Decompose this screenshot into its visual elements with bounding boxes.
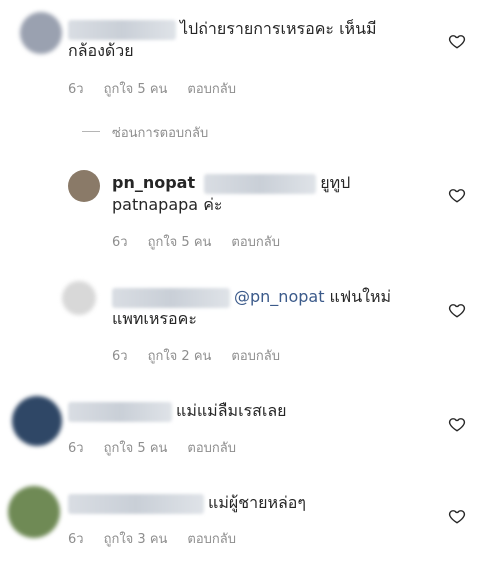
comment-time: 6ว — [112, 349, 128, 364]
likes-count[interactable]: ถูกใจ 5 คน — [104, 82, 168, 97]
mention-link[interactable]: @pn_nopat — [234, 287, 324, 306]
comment-text-line2: patnapapa ค่ะ — [112, 195, 223, 214]
heart-outline-icon[interactable] — [448, 415, 466, 433]
hide-replies-button[interactable]: ซ่อนการตอบกลับ — [112, 122, 208, 143]
comment-text-line1: แม่ผู้ชายหล่อๆ — [208, 493, 307, 512]
avatar[interactable] — [68, 170, 100, 202]
reply-button[interactable]: ตอบกลับ — [187, 82, 236, 97]
likes-count[interactable]: ถูกใจ 3 คน — [104, 532, 168, 547]
likes-count[interactable]: ถูกใจ 5 คน — [148, 235, 212, 250]
comment-text-line2: แพทเหรอคะ — [112, 309, 197, 328]
reply-button[interactable]: ตอบกลับ — [231, 349, 280, 364]
heart-outline-icon[interactable] — [448, 507, 466, 525]
heart-outline-icon[interactable] — [448, 32, 466, 50]
comment-text-line1: แฟนใหม่ — [324, 287, 392, 306]
heart-outline-icon[interactable] — [448, 301, 466, 319]
avatar[interactable] — [12, 396, 62, 446]
comment-text: pn_nopat ยูทูป patnapapa ค่ะ — [112, 172, 432, 216]
blurred-username[interactable] — [112, 287, 230, 308]
comment-meta: 6ว ถูกใจ 2 คน ตอบกลับ — [112, 345, 300, 366]
blurred-username[interactable] — [68, 493, 204, 514]
comment-meta: 6ว ถูกใจ 5 คน ตอบกลับ — [68, 437, 256, 458]
blurred-text — [204, 173, 317, 194]
comment-meta: 6ว ถูกใจ 5 คน ตอบกลับ — [112, 231, 300, 252]
comment-text: แม่แม่ลืมเรสเลย — [68, 400, 428, 422]
avatar[interactable] — [62, 281, 96, 315]
comment-text-line1: ไปถ่ายรายการเหรอคะ เห็นมี — [180, 19, 377, 38]
comment-text-line1: แม่แม่ลืมเรสเลย — [176, 401, 287, 420]
avatar[interactable] — [20, 12, 62, 54]
comment-meta: 6ว ถูกใจ 5 คน ตอบกลับ — [68, 78, 256, 99]
likes-count[interactable]: ถูกใจ 2 คน — [148, 349, 212, 364]
comment-text-line1: ยูทูป — [320, 173, 351, 192]
comment-text: @pn_nopat แฟนใหม่ แพทเหรอคะ — [112, 286, 442, 330]
hide-replies-line — [82, 131, 100, 132]
reply-button[interactable]: ตอบกลับ — [187, 532, 236, 547]
heart-outline-icon[interactable] — [448, 186, 466, 204]
comment-time: 6ว — [68, 532, 84, 547]
blurred-username[interactable] — [68, 19, 176, 40]
comment-time: 6ว — [68, 441, 84, 456]
reply-button[interactable]: ตอบกลับ — [231, 235, 280, 250]
reply-button[interactable]: ตอบกลับ — [187, 441, 236, 456]
comment-text-line2: กล้องด้วย — [68, 41, 134, 60]
comment-time: 6ว — [112, 235, 128, 250]
avatar[interactable] — [8, 486, 60, 538]
blurred-username[interactable] — [68, 401, 172, 422]
comment-meta: 6ว ถูกใจ 3 คน ตอบกลับ — [68, 528, 256, 549]
likes-count[interactable]: ถูกใจ 5 คน — [104, 441, 168, 456]
comment-text: แม่ผู้ชายหล่อๆ — [68, 492, 428, 514]
comment-time: 6ว — [68, 82, 84, 97]
comment-username[interactable]: pn_nopat — [112, 173, 195, 192]
comment-text: ไปถ่ายรายการเหรอคะ เห็นมี กล้องด้วย — [68, 18, 428, 62]
